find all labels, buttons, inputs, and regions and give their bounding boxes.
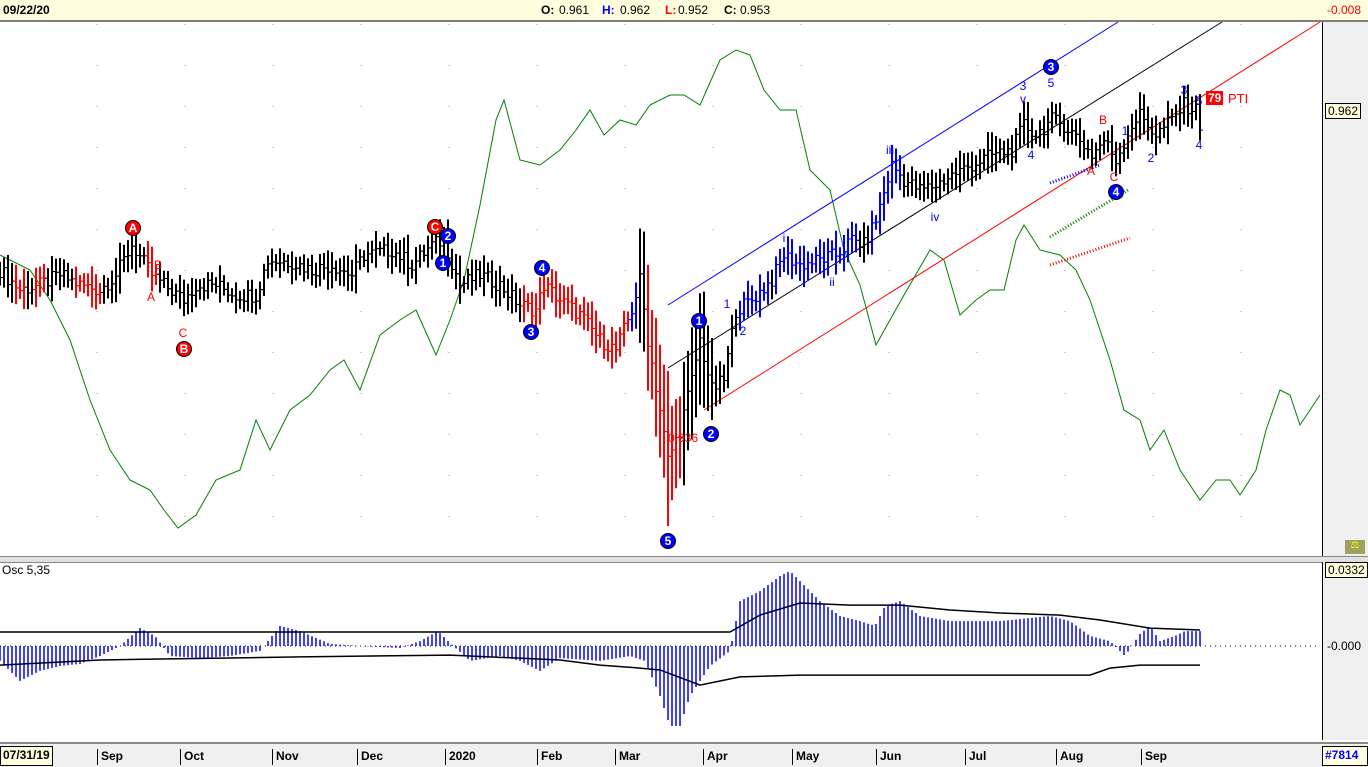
wave-label: ii — [829, 275, 834, 289]
wave-label: C — [431, 220, 440, 234]
wave-label: C — [179, 326, 188, 340]
x-tick: Sep — [1141, 749, 1167, 765]
wave-label: 5 — [1048, 76, 1055, 90]
x-tick: Aug — [1056, 749, 1083, 765]
x-tick: Mar — [615, 749, 640, 765]
wave-label: 3 — [528, 325, 535, 339]
last-price-tag: 0.962 — [1325, 103, 1362, 119]
x-tick: Nov — [272, 749, 299, 765]
change-value: -0.008 — [1327, 3, 1362, 17]
start-date-tag: 07/31/19 — [0, 746, 53, 766]
x-tick: 2020 — [445, 749, 476, 765]
wave-label: v — [1020, 92, 1026, 106]
wave-label: 2 — [708, 427, 715, 441]
wave-label: 3 — [1181, 83, 1188, 97]
wave-label: 4 — [1028, 148, 1035, 162]
channel-line-red — [703, 21, 1321, 411]
wave-label: 4 — [539, 261, 546, 275]
wave-label: A — [1087, 164, 1095, 178]
wave-label: 1 — [724, 297, 731, 311]
x-tick: Apr — [703, 749, 728, 765]
wave-label: 3 — [1020, 79, 1027, 93]
wave-label: 1 — [440, 256, 447, 270]
price-chart[interactable]: ABACBC21 43121250.936iiiiiiivv3 534BA C1243… — [0, 0, 1322, 742]
wave-label: 1 — [1122, 124, 1129, 138]
wave-label: 2 — [1148, 151, 1155, 165]
wave-label: A — [147, 290, 155, 304]
wave-label: 4 — [1196, 138, 1203, 152]
x-tick: May — [792, 749, 819, 765]
wave-label: A — [129, 221, 138, 235]
x-tick: Jul — [965, 749, 986, 765]
projection-line-red — [1049, 236, 1131, 267]
x-tick: Sep — [97, 749, 123, 765]
wave-label: 2 — [740, 324, 747, 338]
pti-label: PTI — [1228, 91, 1249, 106]
wave-label: i — [783, 231, 786, 245]
wave-label: 3 — [1048, 60, 1055, 74]
wave-label: C — [1110, 170, 1119, 184]
osc-zero-tag: -0.000 — [1327, 639, 1362, 653]
wave-label: 2 — [445, 229, 452, 243]
wave-label: 5 — [665, 534, 672, 548]
wave-label: 1 — [696, 314, 703, 328]
x-tick: Dec — [357, 749, 383, 765]
pti-badge: 79 — [1206, 91, 1224, 105]
wave-label: B — [1099, 113, 1107, 127]
channel-line-black — [667, 21, 1223, 369]
wave-label: 5 — [1196, 94, 1203, 108]
wave-label: B — [180, 342, 189, 356]
wave-label: iv — [931, 210, 940, 224]
record-id: #7814 — [1322, 746, 1368, 766]
date-axis: 07/31/19 Sep Oct Nov Dec 2020 Feb Mar Ap… — [0, 742, 1368, 767]
x-tick: Oct — [180, 749, 204, 765]
wave-label: iii — [886, 143, 894, 157]
wave-label: 0.936 — [668, 431, 698, 445]
x-tick: Feb — [537, 749, 562, 765]
scale-icon[interactable]: ⚖ — [1345, 540, 1365, 554]
x-tick: Jun — [876, 749, 901, 765]
wave-label: B — [154, 258, 162, 272]
wave-label: 4 — [1113, 185, 1120, 199]
osc-top-tag: 0.0332 — [1325, 562, 1368, 578]
